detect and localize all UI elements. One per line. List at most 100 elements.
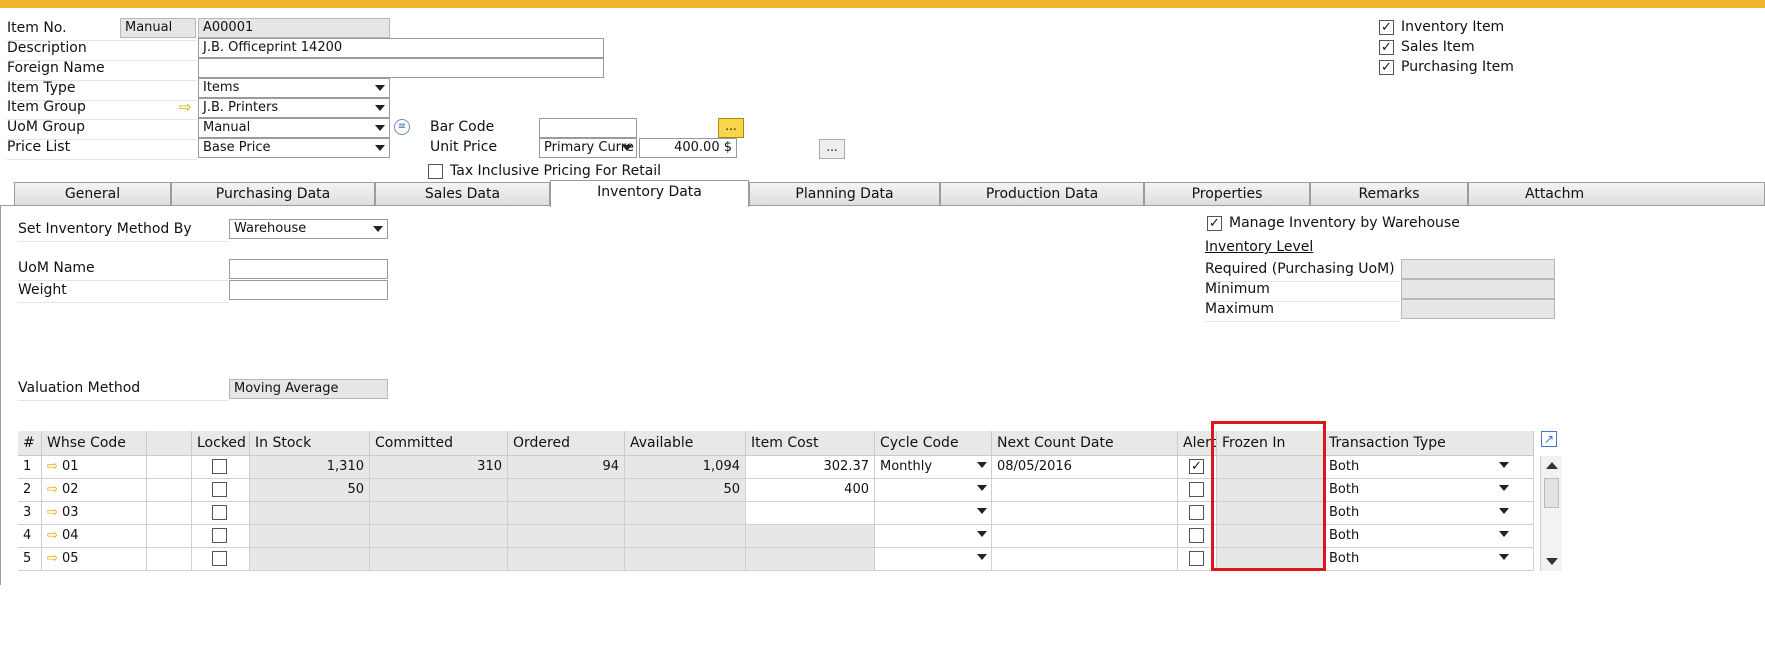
grid-cell-locked[interactable] [192, 456, 250, 479]
tab-strip: General Purchasing Data Sales Data Inven… [14, 180, 1765, 207]
grid-header-next-count-date[interactable]: Next Count Date [992, 431, 1178, 456]
purchasing-item-checkbox[interactable] [1379, 60, 1394, 75]
link-arrow-icon[interactable]: ⇨ [179, 100, 192, 115]
tab-attachments[interactable]: Attachm [1468, 182, 1765, 206]
grid-cell-transaction-type[interactable]: Both [1324, 479, 1534, 502]
grid-cell-transaction-type[interactable]: Both [1324, 502, 1534, 525]
bar-code-ellipsis-button[interactable]: ... [718, 118, 744, 138]
grid-cell-ordered [508, 502, 625, 525]
grid-cell-locked[interactable] [192, 479, 250, 502]
chevron-down-icon [373, 226, 383, 232]
grid-header-transaction-type[interactable]: Transaction Type [1324, 431, 1534, 456]
link-arrow-icon[interactable]: ⇨ [47, 505, 62, 520]
grid-cell-next-count-date[interactable] [992, 502, 1178, 525]
uom-name-field[interactable] [229, 259, 388, 279]
chevron-down-icon [977, 531, 987, 537]
grid-cell-transaction-type[interactable]: Both [1324, 548, 1534, 571]
currency-select[interactable]: Primary Curre [539, 138, 637, 158]
grid-header-item-cost[interactable]: Item Cost [746, 431, 875, 456]
grid-header-committed[interactable]: Committed [370, 431, 508, 456]
grid-cell-next-count-date[interactable] [992, 525, 1178, 548]
tab-sales-data[interactable]: Sales Data [375, 182, 550, 206]
tab-inventory-data[interactable]: Inventory Data [550, 180, 749, 207]
grid-cell-ordered [508, 525, 625, 548]
item-group-select[interactable]: J.B. Printers [198, 98, 390, 118]
alert-checkbox[interactable] [1189, 551, 1204, 566]
sales-item-checkbox[interactable] [1379, 40, 1394, 55]
price-list-select[interactable]: Base Price [198, 138, 390, 158]
alert-checkbox[interactable] [1189, 459, 1204, 474]
tab-properties[interactable]: Properties [1144, 182, 1310, 206]
inventory-item-label: Inventory Item [1401, 19, 1505, 35]
grid-header-whse-code[interactable]: Whse Code [42, 431, 147, 456]
bar-code-field[interactable] [539, 118, 637, 138]
alert-checkbox[interactable] [1189, 505, 1204, 520]
scroll-down-icon[interactable] [1546, 558, 1558, 565]
grid-cell-item-cost[interactable] [746, 502, 875, 525]
grid-header-in-stock[interactable]: In Stock [250, 431, 370, 456]
inventory-item-checkbox[interactable] [1379, 20, 1394, 35]
grid-cell-transaction-type[interactable]: Both [1324, 525, 1534, 548]
foreign-name-field[interactable] [198, 58, 604, 78]
item-type-select[interactable]: Items [198, 78, 390, 98]
grid-cell-item-cost[interactable] [746, 548, 875, 571]
description-field[interactable]: J.B. Officeprint 14200 [198, 38, 604, 58]
grid-cell-locked[interactable] [192, 525, 250, 548]
grid-header-available[interactable]: Available [625, 431, 746, 456]
item-no-field[interactable]: A00001 [198, 18, 390, 38]
tab-remarks[interactable]: Remarks [1310, 182, 1468, 206]
unit-price-ellipsis-button[interactable]: ... [819, 139, 845, 159]
alert-checkbox[interactable] [1189, 482, 1204, 497]
grid-cell-cycle-code[interactable] [875, 502, 992, 525]
tab-general[interactable]: General [14, 182, 171, 206]
weight-field[interactable] [229, 280, 388, 300]
grid-cell-item-cost[interactable]: 400 [746, 479, 875, 502]
locked-checkbox[interactable] [212, 505, 227, 520]
link-arrow-icon[interactable]: ⇨ [47, 551, 62, 566]
chevron-down-icon [977, 554, 987, 560]
unit-price-field[interactable]: 400.00 $ [639, 138, 737, 158]
locked-checkbox[interactable] [212, 551, 227, 566]
grid-header-row-number[interactable]: # [18, 431, 42, 456]
item-no-series-select[interactable]: Manual [120, 18, 196, 38]
grid-scrollbar[interactable] [1540, 456, 1562, 571]
locked-checkbox[interactable] [212, 528, 227, 543]
link-arrow-icon[interactable]: ⇨ [47, 482, 62, 497]
grid-header-cycle-code[interactable]: Cycle Code [875, 431, 992, 456]
grid-cell-locked[interactable] [192, 548, 250, 571]
grid-cell-cycle-code[interactable]: Monthly [875, 456, 992, 479]
uom-group-details-icon[interactable]: ≡ [394, 119, 410, 135]
grid-cell-item-cost[interactable]: 302.37 [746, 456, 875, 479]
set-inventory-method-select[interactable]: Warehouse [229, 219, 388, 239]
currency-value: Primary Curre [544, 140, 634, 155]
tab-purchasing-data[interactable]: Purchasing Data [171, 182, 375, 206]
grid-cell-locked[interactable] [192, 502, 250, 525]
grid-cell-item-cost[interactable] [746, 525, 875, 548]
link-arrow-icon[interactable]: ⇨ [47, 459, 62, 474]
grid-header-whse-extra[interactable] [147, 431, 192, 456]
manage-by-warehouse-checkbox[interactable] [1207, 216, 1222, 231]
locked-checkbox[interactable] [212, 459, 227, 474]
scroll-thumb[interactable] [1544, 478, 1559, 508]
tax-inclusive-checkbox[interactable] [428, 164, 443, 179]
link-arrow-icon[interactable]: ⇨ [47, 528, 62, 543]
valuation-method-label: Valuation Method [18, 380, 228, 401]
grid-cell-cycle-code[interactable] [875, 479, 992, 502]
scroll-up-icon[interactable] [1546, 462, 1558, 469]
grid-cell-next-count-date[interactable] [992, 548, 1178, 571]
transaction-type-value: Both [1329, 482, 1360, 497]
tab-planning-data[interactable]: Planning Data [749, 182, 940, 206]
grid-cell-transaction-type[interactable]: Both [1324, 456, 1534, 479]
expand-grid-icon[interactable]: ↗ [1541, 431, 1557, 447]
alert-checkbox[interactable] [1189, 528, 1204, 543]
grid-cell-cycle-code[interactable] [875, 548, 992, 571]
grid-cell-next-count-date[interactable] [992, 479, 1178, 502]
grid-header-ordered[interactable]: Ordered [508, 431, 625, 456]
grid-cell-cycle-code[interactable] [875, 525, 992, 548]
grid-cell-next-count-date[interactable]: 08/05/2016 [992, 456, 1178, 479]
grid-header-locked[interactable]: Locked [192, 431, 250, 456]
locked-checkbox[interactable] [212, 482, 227, 497]
tab-production-data[interactable]: Production Data [940, 182, 1144, 206]
uom-group-select[interactable]: Manual [198, 118, 390, 138]
minimum-field [1401, 279, 1555, 299]
